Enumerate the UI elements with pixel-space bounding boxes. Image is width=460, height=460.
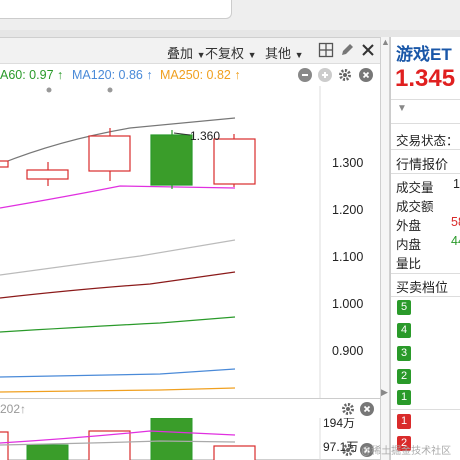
trade-status: 交易状态：	[396, 134, 459, 148]
plus-icon[interactable]	[318, 68, 332, 82]
bid-level-badge: 2	[397, 369, 411, 384]
chevron-down-icon: ▼	[294, 50, 304, 60]
ma250-line	[0, 387, 236, 393]
other-label: 其他	[265, 46, 292, 61]
volume-tick: 194万	[323, 418, 355, 430]
volume-header: 202↑	[0, 398, 380, 418]
candle	[88, 128, 131, 181]
kline-panel: 叠加 ▼ 不复权 ▼ 其他 ▼ A60: 0.97 ↑ MA120: 0.86 …	[0, 37, 381, 460]
overlay-label: 叠加	[167, 46, 194, 61]
watermark: @稀土掘金技术社区	[361, 446, 452, 457]
adjust-dropdown[interactable]: 不复权 ▼	[205, 43, 257, 62]
row-outer-label: 外盘	[396, 219, 422, 233]
bid-level-badge: 3	[397, 346, 411, 361]
arrow-up-icon[interactable]: ▲	[381, 37, 390, 47]
close-icon[interactable]	[360, 42, 376, 58]
row-amount-label: 成交额	[396, 200, 434, 214]
ma10-line	[0, 185, 236, 209]
price-tick-label: 1.100	[332, 250, 363, 264]
ma60-label: A60: 0.97 ↑	[0, 68, 64, 82]
ma30-line	[0, 271, 236, 299]
quote-panel: 游戏ET 1.345 ▼ 交易状态： 行情报价 成交量 1 成交额 外盘 58 …	[390, 37, 460, 460]
marker-dot	[107, 87, 113, 93]
ma250-label: MA250: 0.82 ↑	[160, 68, 241, 82]
price-tick-label: 1.000	[332, 297, 363, 311]
last-price: 1.345	[395, 65, 456, 92]
gear-icon[interactable]	[341, 443, 355, 457]
bid-level-badge: 1	[397, 390, 411, 405]
row-inner-label: 内盘	[396, 238, 422, 252]
price-axis: 1.300 1.200 1.100 1.000 0.900	[332, 156, 363, 358]
candle	[0, 160, 9, 168]
overlay-dropdown[interactable]: 叠加 ▼	[167, 43, 206, 62]
ask-level-badge: 1	[397, 414, 411, 429]
gear-icon[interactable]	[341, 402, 355, 416]
candle	[26, 162, 69, 186]
volume-bar	[213, 445, 256, 460]
top-bar	[0, 0, 460, 30]
price-tick-label: 1.300	[332, 156, 363, 170]
row-volume-value: 1	[453, 177, 460, 191]
stock-app: 叠加 ▼ 不复权 ▼ 其他 ▼ A60: 0.97 ↑ MA120: 0.86 …	[0, 0, 460, 460]
bid-level-badge: 5	[397, 300, 411, 315]
volume-bar	[26, 444, 69, 460]
pen-icon[interactable]	[339, 42, 355, 58]
candle	[213, 134, 256, 187]
row-outer-value: 58	[451, 215, 460, 229]
ma120-line	[0, 368, 236, 378]
volume-chart[interactable]: 194万 97.1万 0	[0, 418, 380, 460]
gear-icon[interactable]	[338, 68, 352, 82]
other-dropdown[interactable]: 其他 ▼	[265, 43, 304, 62]
ma60-line	[0, 316, 236, 333]
adjust-label: 不复权	[205, 46, 245, 61]
minus-icon[interactable]	[298, 68, 312, 82]
security-name: 游戏ET	[396, 45, 452, 64]
close-circle-icon[interactable]	[360, 402, 374, 416]
collapse-icon[interactable]: ▼	[397, 103, 407, 114]
price-tick-label: 0.900	[332, 344, 363, 358]
ma120-label: MA120: 0.86 ↑	[72, 68, 153, 82]
panel-scrollbar[interactable]: ▲ ▶	[381, 37, 390, 460]
price-tick-label: 1.200	[332, 203, 363, 217]
quote-section-title: 行情报价	[396, 157, 449, 172]
ma20-line	[0, 239, 236, 276]
book-section-title: 买卖档位	[396, 280, 449, 295]
grid-icon[interactable]	[318, 42, 334, 58]
high-marker-label: 1.360	[190, 129, 220, 143]
row-ratio-label: 量比	[396, 257, 422, 271]
volume-bar	[150, 418, 193, 460]
price-chart[interactable]: 1.360 1.300 1.200 1.100 1.000 0.900	[0, 86, 380, 398]
row-inner-value: 44	[451, 234, 460, 248]
ma-legend: A60: 0.97 ↑ MA120: 0.86 ↑ MA250: 0.82 ↑	[0, 64, 380, 86]
bid-level-badge: 4	[397, 323, 411, 338]
chevron-down-icon: ▼	[247, 50, 257, 60]
candle	[150, 130, 193, 189]
search-box[interactable]	[0, 0, 232, 19]
volume-header-label: 202↑	[0, 402, 27, 416]
close-circle-icon[interactable]	[359, 68, 373, 82]
arrow-right-icon[interactable]: ▶	[381, 387, 388, 398]
chart-toolbar: 叠加 ▼ 不复权 ▼ 其他 ▼	[0, 38, 380, 64]
marker-dot	[46, 87, 52, 93]
row-volume-label: 成交量	[396, 181, 434, 195]
volume-bar	[0, 431, 9, 460]
